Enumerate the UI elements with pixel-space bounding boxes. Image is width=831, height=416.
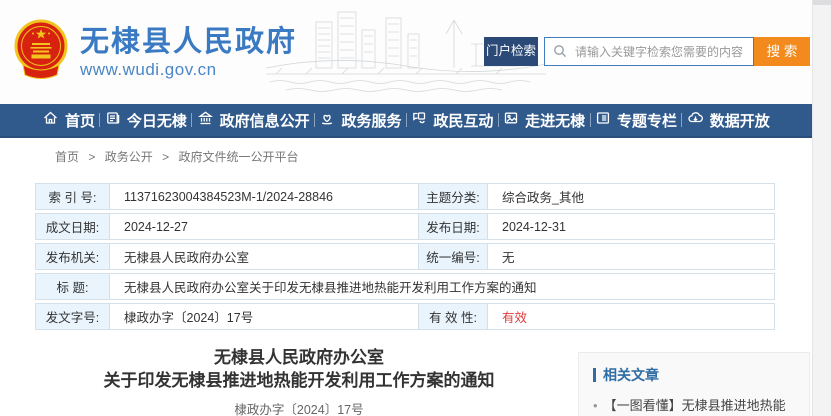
- validity-label: 有 效 性:: [418, 303, 488, 330]
- related-article-text: 【一图看懂】无棣县推进地热能开发利用工作方案: [604, 397, 795, 416]
- portal-search-button[interactable]: 门户检索: [484, 37, 538, 66]
- nav-label: 首页: [65, 110, 95, 131]
- nav-item-open-data[interactable]: 数据开放: [687, 110, 770, 131]
- table-row: 标 题: 无棣县人民政府办公室关于印发无棣县推进地热能开发利用工作方案的通知: [35, 273, 775, 300]
- document-number: 棣政办字〔2024〕17号: [35, 399, 563, 416]
- breadcrumb-disclosure-link[interactable]: 政务公开: [105, 150, 153, 164]
- issuing-agency-value: 无棣县人民政府办公室: [109, 243, 419, 270]
- title-value: 无棣县人民政府办公室关于印发无棣县推进地热能开发利用工作方案的通知: [109, 273, 775, 300]
- nav-divider: [406, 113, 407, 127]
- main-nav: 首页 今日无棣 政府信息公开 政务服务 政民互动 走进无棣 专题专栏 数据开放: [0, 104, 812, 138]
- nav-label: 今日无棣: [127, 110, 187, 131]
- section-accent-bar: [593, 368, 596, 382]
- validity-value: 有效: [487, 303, 775, 330]
- nav-item-today[interactable]: 今日无棣: [105, 110, 187, 131]
- topic-category-label: 主题分类:: [418, 183, 488, 210]
- publish-date-label: 发布日期:: [418, 213, 488, 240]
- scrollbar-thumb[interactable]: [813, 0, 831, 5]
- document-title-line1: 无棣县人民政府办公室: [35, 346, 563, 369]
- bullet-icon: •: [593, 397, 598, 416]
- nav-label: 专题专栏: [617, 110, 677, 131]
- nav-item-info-disclosure[interactable]: 政府信息公开: [197, 110, 310, 131]
- document-body: 无棣县人民政府办公室 关于印发无棣县推进地热能开发利用工作方案的通知 棣政办字〔…: [35, 346, 563, 416]
- breadcrumb-current-page: 政府文件统一公开平台: [178, 150, 298, 164]
- search-submit-button[interactable]: 搜 索: [754, 37, 810, 66]
- vertical-scrollbar[interactable]: [812, 0, 831, 416]
- breadcrumb: 首页 > 政务公开 > 政府文件统一公开平台: [55, 148, 298, 165]
- related-articles-panel: 相关文章 • 【一图看懂】无棣县推进地热能开发利用工作方案: [578, 352, 810, 416]
- nav-label: 走进无棣: [525, 110, 585, 131]
- nav-item-topics[interactable]: 专题专栏: [595, 110, 677, 131]
- nav-item-services[interactable]: 政务服务: [319, 110, 401, 131]
- written-date-label: 成文日期:: [35, 213, 110, 240]
- nav-label: 政府信息公开: [220, 110, 310, 131]
- nav-item-home[interactable]: 首页: [42, 110, 95, 131]
- doc-number-value: 棣政办字〔2024〕17号: [109, 303, 419, 330]
- interaction-chat-icon: [411, 110, 427, 130]
- search-box: [544, 37, 754, 66]
- index-number-value: 11371623004384523M-1/2024-28846: [109, 183, 419, 210]
- table-row: 索 引 号: 11371623004384523M-1/2024-28846 主…: [35, 183, 775, 210]
- related-articles-header: 相关文章: [593, 365, 795, 385]
- nav-divider: [681, 113, 682, 127]
- nav-item-about[interactable]: 走进无棣: [503, 110, 585, 131]
- written-date-value: 2024-12-27: [109, 213, 419, 240]
- nav-divider: [99, 113, 100, 127]
- search-icon: [553, 44, 567, 63]
- nav-divider: [314, 113, 315, 127]
- table-row: 成文日期: 2024-12-27 发布日期: 2024-12-31: [35, 213, 775, 240]
- newspaper-icon: [105, 110, 121, 130]
- national-emblem-icon: [12, 18, 70, 87]
- site-logo-home-link[interactable]: 无棣县人民政府 www.wudi.gov.cn: [12, 18, 297, 87]
- nav-label: 政务服务: [341, 110, 401, 131]
- nav-item-interaction[interactable]: 政民互动: [411, 110, 493, 131]
- nav-label: 数据开放: [710, 110, 770, 131]
- table-row: 发布机关: 无棣县人民政府办公室 统一编号: 无: [35, 243, 775, 270]
- photo-icon: [503, 110, 519, 130]
- document-title-line2: 关于印发无棣县推进地热能开发利用工作方案的通知: [35, 369, 563, 392]
- doc-number-label: 发文字号:: [35, 303, 110, 330]
- site-header: 无棣县人民政府 www.wudi.gov.cn 门户检索 搜 索: [0, 0, 812, 104]
- cloud-download-icon: [687, 110, 704, 130]
- title-label: 标 题:: [35, 273, 110, 300]
- breadcrumb-separator: >: [88, 150, 95, 164]
- nav-divider: [590, 113, 591, 127]
- publish-date-value: 2024-12-31: [487, 213, 775, 240]
- nav-divider: [498, 113, 499, 127]
- unified-number-label: 统一编号:: [418, 243, 488, 270]
- nav-label: 政民互动: [433, 110, 493, 131]
- breadcrumb-home-link[interactable]: 首页: [55, 150, 79, 164]
- topic-category-value: 综合政务_其他: [487, 183, 775, 210]
- nav-divider: [191, 113, 192, 127]
- related-articles-title: 相关文章: [603, 365, 659, 385]
- breadcrumb-separator: >: [162, 150, 169, 164]
- unified-number-value: 无: [487, 243, 775, 270]
- document-info-table: 索 引 号: 11371623004384523M-1/2024-28846 主…: [35, 183, 775, 333]
- topics-list-icon: [595, 110, 611, 130]
- issuing-agency-label: 发布机关:: [35, 243, 110, 270]
- home-icon: [42, 110, 59, 130]
- related-article-link[interactable]: • 【一图看懂】无棣县推进地热能开发利用工作方案: [593, 397, 795, 416]
- government-building-icon: [197, 110, 214, 130]
- search-input[interactable]: [544, 37, 754, 66]
- service-heart-icon: [319, 110, 335, 130]
- index-number-label: 索 引 号:: [35, 183, 110, 210]
- table-row: 发文字号: 棣政办字〔2024〕17号 有 效 性: 有效: [35, 303, 775, 330]
